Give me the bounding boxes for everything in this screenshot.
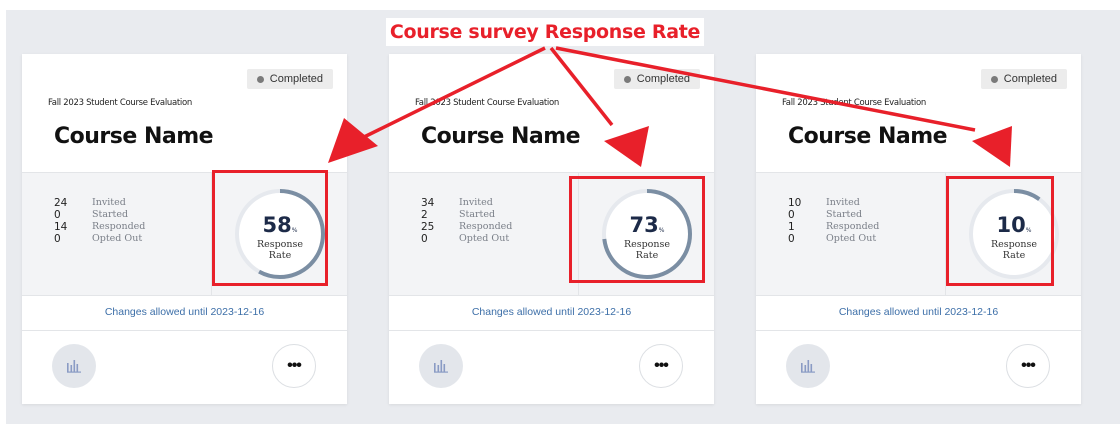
- more-options-button[interactable]: •••: [1006, 344, 1050, 388]
- changes-allowed-link[interactable]: Changes allowed until 2023-12-16: [389, 294, 714, 331]
- stat-value: 0: [421, 233, 428, 245]
- status-badge: Completed: [246, 69, 333, 89]
- stat-started: 0 Started: [788, 209, 862, 221]
- stat-invited: 10 Invited: [788, 197, 860, 209]
- stat-opted-out: 0 Opted Out: [421, 233, 509, 245]
- stat-label: Invited: [459, 197, 493, 208]
- stat-value: 0: [54, 209, 61, 221]
- highlight-box: [946, 176, 1054, 286]
- highlight-box: [212, 170, 328, 286]
- stat-value: 0: [788, 233, 795, 245]
- stat-opted-out: 0 Opted Out: [788, 233, 876, 245]
- more-options-button[interactable]: •••: [272, 344, 316, 388]
- ellipsis-icon: •••: [654, 357, 669, 374]
- ellipsis-icon: •••: [287, 357, 302, 374]
- status-badge: Completed: [613, 69, 700, 89]
- stat-value: 1: [788, 221, 795, 233]
- stat-label: Opted Out: [459, 233, 510, 244]
- stat-invited: 34 Invited: [421, 197, 493, 209]
- stat-started: 2 Started: [421, 209, 495, 221]
- status-label: Completed: [269, 73, 323, 85]
- report-button[interactable]: [52, 344, 96, 388]
- stat-label: Invited: [826, 197, 860, 208]
- stat-value: 14: [54, 221, 68, 233]
- stat-invited: 24 Invited: [54, 197, 126, 209]
- stat-responded: 1 Responded: [788, 221, 879, 233]
- stat-label: Invited: [92, 197, 126, 208]
- stat-responded: 25 Responded: [421, 221, 512, 233]
- stat-opted-out: 0 Opted Out: [54, 233, 142, 245]
- stat-label: Responded: [826, 221, 880, 232]
- course-name: Course Name: [421, 124, 581, 149]
- bar-chart-icon: [67, 360, 81, 373]
- stat-label: Responded: [459, 221, 513, 232]
- status-badge: Completed: [980, 69, 1067, 89]
- stat-label: Opted Out: [92, 233, 143, 244]
- stat-label: Responded: [92, 221, 146, 232]
- stat-value: 34: [421, 197, 435, 209]
- stat-value: 0: [788, 209, 795, 221]
- stat-value: 10: [788, 197, 802, 209]
- status-label: Completed: [636, 73, 690, 85]
- stat-responded: 14 Responded: [54, 221, 145, 233]
- stat-started: 0 Started: [54, 209, 128, 221]
- more-options-button[interactable]: •••: [639, 344, 683, 388]
- changes-allowed-link[interactable]: Changes allowed until 2023-12-16: [756, 294, 1081, 331]
- stat-value: 25: [421, 221, 435, 233]
- course-name: Course Name: [788, 124, 948, 149]
- highlight-box: [569, 176, 705, 283]
- status-dot-icon: [990, 75, 998, 83]
- bar-chart-icon: [434, 360, 448, 373]
- ellipsis-icon: •••: [1021, 357, 1036, 374]
- course-name: Course Name: [54, 124, 214, 149]
- report-button[interactable]: [419, 344, 463, 388]
- survey-name: Fall 2023 Student Course Evaluation: [782, 98, 926, 108]
- bar-chart-icon: [801, 360, 815, 373]
- stat-value: 2: [421, 209, 428, 221]
- stat-label: Started: [459, 209, 496, 220]
- status-dot-icon: [623, 75, 631, 83]
- stat-value: 24: [54, 197, 68, 209]
- stat-label: Started: [826, 209, 863, 220]
- status-label: Completed: [1003, 73, 1057, 85]
- stat-label: Started: [92, 209, 129, 220]
- survey-name: Fall 2023 Student Course Evaluation: [415, 98, 559, 108]
- annotation-title: Course survey Response Rate: [386, 18, 704, 46]
- changes-allowed-link[interactable]: Changes allowed until 2023-12-16: [22, 294, 347, 331]
- survey-name: Fall 2023 Student Course Evaluation: [48, 98, 192, 108]
- report-button[interactable]: [786, 344, 830, 388]
- stat-value: 0: [54, 233, 61, 245]
- status-dot-icon: [256, 75, 264, 83]
- stat-label: Opted Out: [826, 233, 877, 244]
